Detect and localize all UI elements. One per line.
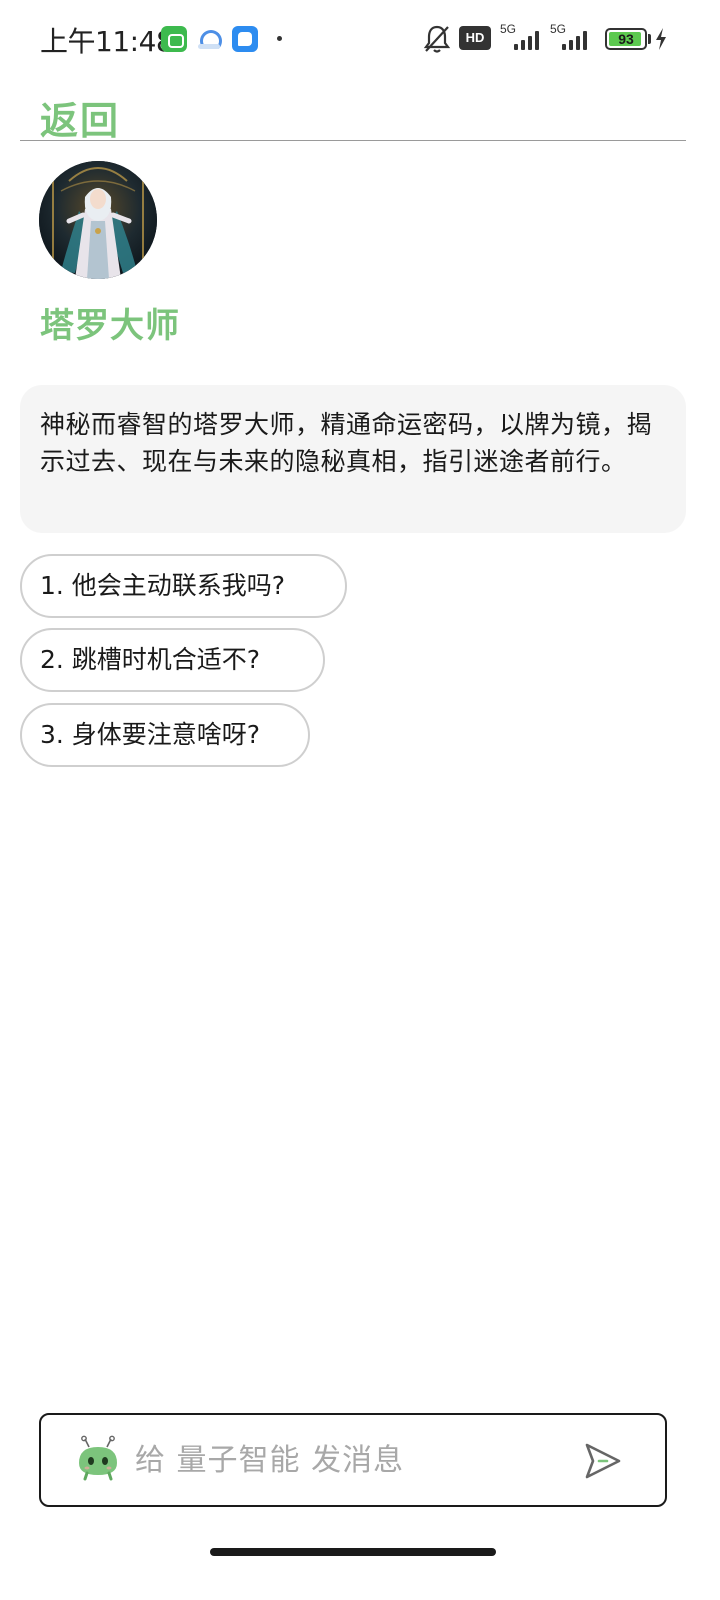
cloud-sync-icon xyxy=(197,26,223,52)
avatar xyxy=(39,161,157,279)
status-time: 上午11:48 xyxy=(40,25,174,58)
message-composer xyxy=(39,1413,667,1507)
app-notification-icon xyxy=(161,26,187,52)
bell-muted-icon xyxy=(423,25,451,53)
battery-level: 93 xyxy=(618,31,634,47)
signal-icon: 5G xyxy=(500,22,544,50)
message-input[interactable] xyxy=(135,1435,555,1485)
network-type-label: 5G xyxy=(500,22,517,36)
description-card: 神秘而睿智的塔罗大师，精通命运密码，以牌为镜，揭示过去、现在与未来的隐秘真相，指… xyxy=(20,385,686,533)
network-type-label: 5G xyxy=(550,22,567,36)
assistant-name: 塔罗大师 xyxy=(40,306,180,346)
home-indicator[interactable] xyxy=(210,1548,496,1556)
suggested-question-3[interactable]: 3. 身体要注意啥呀? xyxy=(20,703,310,767)
suggested-question-2[interactable]: 2. 跳槽时机合适不? xyxy=(20,628,325,692)
chat-app-icon xyxy=(232,26,258,52)
send-button[interactable] xyxy=(581,1439,625,1483)
battery-tip xyxy=(648,34,651,44)
signal-icon: 5G xyxy=(550,22,594,50)
back-button[interactable]: 返回 xyxy=(40,90,120,145)
robot-icon xyxy=(79,1435,117,1481)
suggested-question-1[interactable]: 1. 他会主动联系我吗? xyxy=(20,554,347,618)
more-notifications-dot xyxy=(277,36,282,41)
send-icon xyxy=(585,1443,621,1479)
header-divider xyxy=(20,140,686,141)
status-bar: 上午11:48 HD 5G 5G 93 xyxy=(0,0,720,76)
hd-voice-icon: HD xyxy=(459,26,491,50)
tarot-master-portrait xyxy=(39,161,157,279)
battery-icon: 93 xyxy=(605,28,647,50)
charging-icon xyxy=(656,28,666,50)
assistant-description: 神秘而睿智的塔罗大师，精通命运密码，以牌为镜，揭示过去、现在与未来的隐秘真相，指… xyxy=(40,410,653,476)
